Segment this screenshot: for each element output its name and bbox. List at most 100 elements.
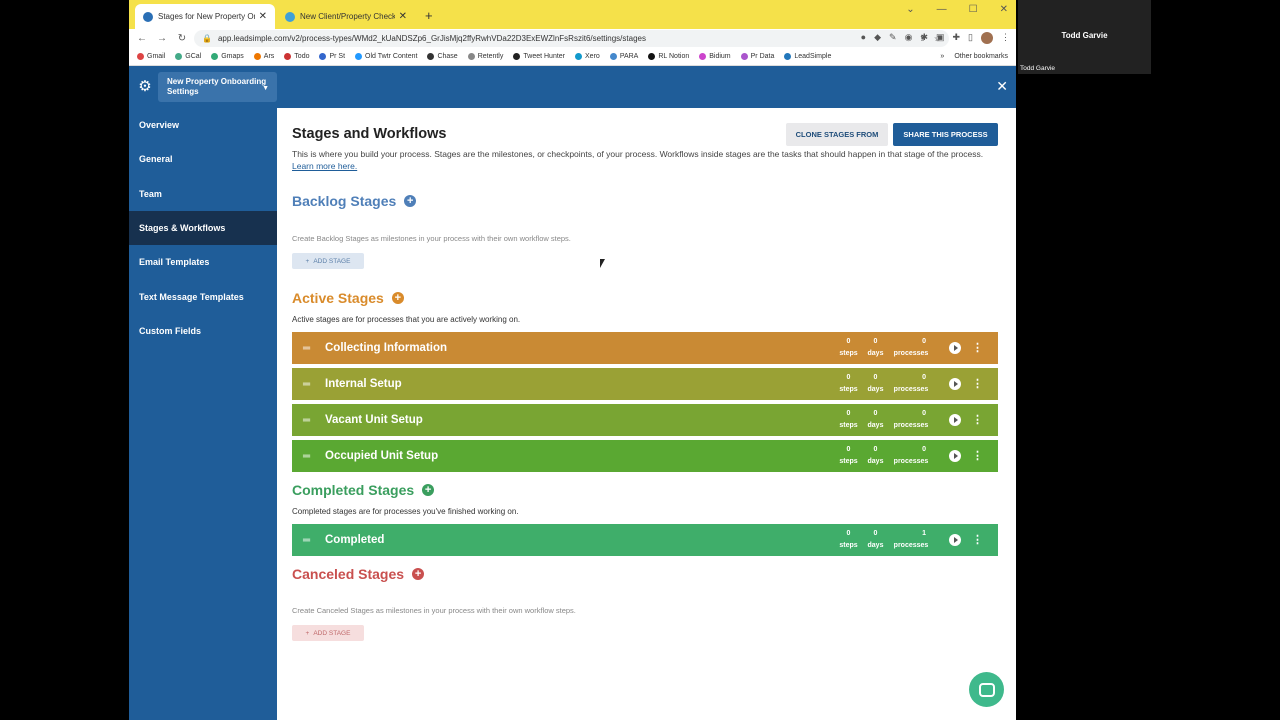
sidebar-item-overview[interactable]: Overview: [129, 108, 277, 142]
extension-icon[interactable]: ●: [861, 32, 866, 44]
add-canceled-stage-icon[interactable]: +: [412, 568, 425, 580]
add-backlog-stage-button[interactable]: + ADD STAGE: [292, 253, 364, 269]
play-icon[interactable]: [949, 342, 961, 354]
bookmarks-more-icon[interactable]: »: [940, 53, 944, 60]
bookmark-label: Chase: [437, 53, 458, 60]
maximize-icon[interactable]: ☐: [969, 4, 978, 15]
add-completed-stage-icon[interactable]: +: [422, 484, 435, 496]
other-bookmarks-folder[interactable]: Other bookmarks: [954, 53, 1008, 60]
clone-stages-button[interactable]: CLONE STAGES FROM: [786, 123, 888, 146]
extension-icon[interactable]: ◆: [874, 32, 881, 44]
drag-handle-icon[interactable]: ═: [292, 535, 325, 546]
share-process-button[interactable]: SHARE THIS PROCESS: [893, 123, 998, 146]
sidebar-item-text-message-templates[interactable]: Text Message Templates: [129, 279, 277, 313]
active-description: Active stages are for processes that you…: [292, 315, 521, 324]
more-options-icon[interactable]: ⋮: [972, 534, 983, 546]
bookmark-item[interactable]: Xero: [575, 53, 600, 60]
stage-steps: 0 steps: [835, 408, 862, 432]
profile-avatar[interactable]: [981, 32, 993, 44]
bookmark-item[interactable]: Old Twtr Content: [355, 53, 417, 60]
minimize-icon[interactable]: —: [937, 4, 947, 15]
forward-icon[interactable]: →: [157, 33, 167, 44]
sidebar-icon[interactable]: ▯: [968, 32, 973, 44]
sidebar-item-email-templates[interactable]: Email Templates: [129, 245, 277, 279]
reload-icon[interactable]: ↻: [177, 33, 187, 44]
processes-label: processes: [893, 350, 929, 357]
chat-icon: [978, 682, 995, 697]
more-options-icon[interactable]: ⋮: [972, 414, 983, 426]
camera-icon[interactable]: ◉: [905, 32, 913, 44]
bookmark-item[interactable]: Gmail: [137, 53, 165, 60]
button-label: ADD STAGE: [313, 257, 351, 265]
bookmark-item[interactable]: PARA: [609, 53, 638, 60]
close-tab-icon[interactable]: ✕: [399, 11, 407, 22]
play-icon[interactable]: [949, 450, 961, 462]
play-icon[interactable]: [949, 414, 961, 426]
tab-checklist[interactable]: New Client/Property Checklist | P ✕: [277, 4, 415, 29]
bookmark-item[interactable]: GCal: [175, 53, 201, 60]
process-select[interactable]: New Property Onboarding Settings ▼: [158, 72, 277, 102]
menu-kebab-icon[interactable]: ⋮: [1001, 32, 1010, 44]
back-icon[interactable]: ←: [137, 33, 147, 44]
drag-handle-icon[interactable]: ═: [292, 415, 325, 426]
stage-row[interactable]: ═ Completed 0 steps 0 days 1 processes ⋮: [292, 524, 998, 556]
bookmark-item[interactable]: LeadSimple: [784, 53, 831, 60]
puzzle-icon[interactable]: ✚: [953, 32, 961, 44]
stage-name: Collecting Information: [325, 342, 448, 354]
bookmark-item[interactable]: Gmaps: [211, 53, 244, 60]
stage-row[interactable]: ═ Occupied Unit Setup 0 steps 0 days 0 processe…: [292, 440, 998, 472]
bookmark-favicon-icon: [609, 53, 617, 60]
extension-icon[interactable]: ✱: [920, 32, 928, 44]
close-icon[interactable]: ✕: [996, 78, 1008, 95]
add-active-stage-icon[interactable]: +: [391, 292, 404, 304]
bookmark-item[interactable]: Chase: [427, 53, 458, 60]
close-window-icon[interactable]: ✕: [1000, 4, 1008, 15]
stage-row[interactable]: ═ Collecting Information 0 steps 0 days 0 proce…: [292, 332, 998, 364]
tab-stages[interactable]: Stages for New Property Onboard ✕: [135, 4, 275, 29]
checklist-favicon-icon: [285, 11, 295, 22]
bookmark-label: LeadSimple: [794, 53, 832, 60]
bookmark-item[interactable]: Bidium: [699, 53, 731, 60]
steps-label: steps: [839, 542, 858, 549]
more-options-icon[interactable]: ⋮: [972, 378, 983, 390]
bookmark-item[interactable]: Retently: [467, 53, 503, 60]
chevron-down-icon[interactable]: ⌄: [906, 4, 914, 15]
bookmark-item[interactable]: Todo: [284, 53, 309, 60]
drag-handle-icon[interactable]: ═: [292, 379, 325, 390]
processes-count: 0: [922, 374, 926, 381]
gear-icon[interactable]: ⚙: [137, 79, 153, 95]
sidebar-item-stages-workflows[interactable]: Stages & Workflows: [129, 210, 277, 246]
address-bar[interactable]: 🔒 app.leadsimple.com/v2/process-types/WM…: [194, 30, 949, 47]
add-canceled-stage-button[interactable]: + ADD STAGE: [292, 625, 364, 641]
completed-stages-heading: Completed Stages +: [292, 482, 435, 498]
stage-days: 0 days: [862, 528, 889, 552]
stage-processes: 0 processes: [889, 444, 933, 468]
more-options-icon[interactable]: ⋮: [972, 450, 983, 462]
sidebar-item-custom-fields[interactable]: Custom Fields: [129, 314, 277, 348]
page-title: Stages and Workflows: [292, 126, 447, 142]
bookmark-item[interactable]: Ars: [253, 53, 274, 60]
drag-handle-icon[interactable]: ═: [292, 451, 325, 462]
stage-row[interactable]: ═ Internal Setup 0 steps 0 days 0 processes ⋮: [292, 368, 998, 400]
play-icon[interactable]: [949, 534, 961, 546]
new-tab-icon[interactable]: +: [425, 8, 433, 23]
add-backlog-stage-icon[interactable]: +: [404, 195, 417, 207]
chat-launcher-button[interactable]: [969, 672, 1004, 707]
extension-icon[interactable]: ✎: [889, 32, 897, 44]
bookmark-item[interactable]: Pr St: [319, 53, 345, 60]
bookmark-item[interactable]: Pr Data: [740, 53, 774, 60]
stage-row[interactable]: ═ Vacant Unit Setup 0 steps 0 days 0 processes ⋮: [292, 404, 998, 436]
learn-more-link[interactable]: Learn more here.: [292, 161, 357, 171]
extension-icon[interactable]: ▣: [936, 32, 945, 44]
play-icon[interactable]: [949, 378, 961, 390]
processes-label: processes: [893, 458, 929, 465]
sidebar-item-general[interactable]: General: [129, 142, 277, 176]
drag-handle-icon[interactable]: ═: [292, 343, 325, 354]
stage-processes: 0 processes: [889, 372, 933, 396]
more-options-icon[interactable]: ⋮: [972, 342, 983, 354]
bookmark-item[interactable]: Tweet Hunter: [513, 53, 565, 60]
bookmark-item[interactable]: RL Notion: [648, 53, 689, 60]
close-tab-icon[interactable]: ✕: [259, 11, 267, 22]
sidebar-item-team[interactable]: Team: [129, 177, 277, 211]
days-label: days: [867, 386, 884, 393]
